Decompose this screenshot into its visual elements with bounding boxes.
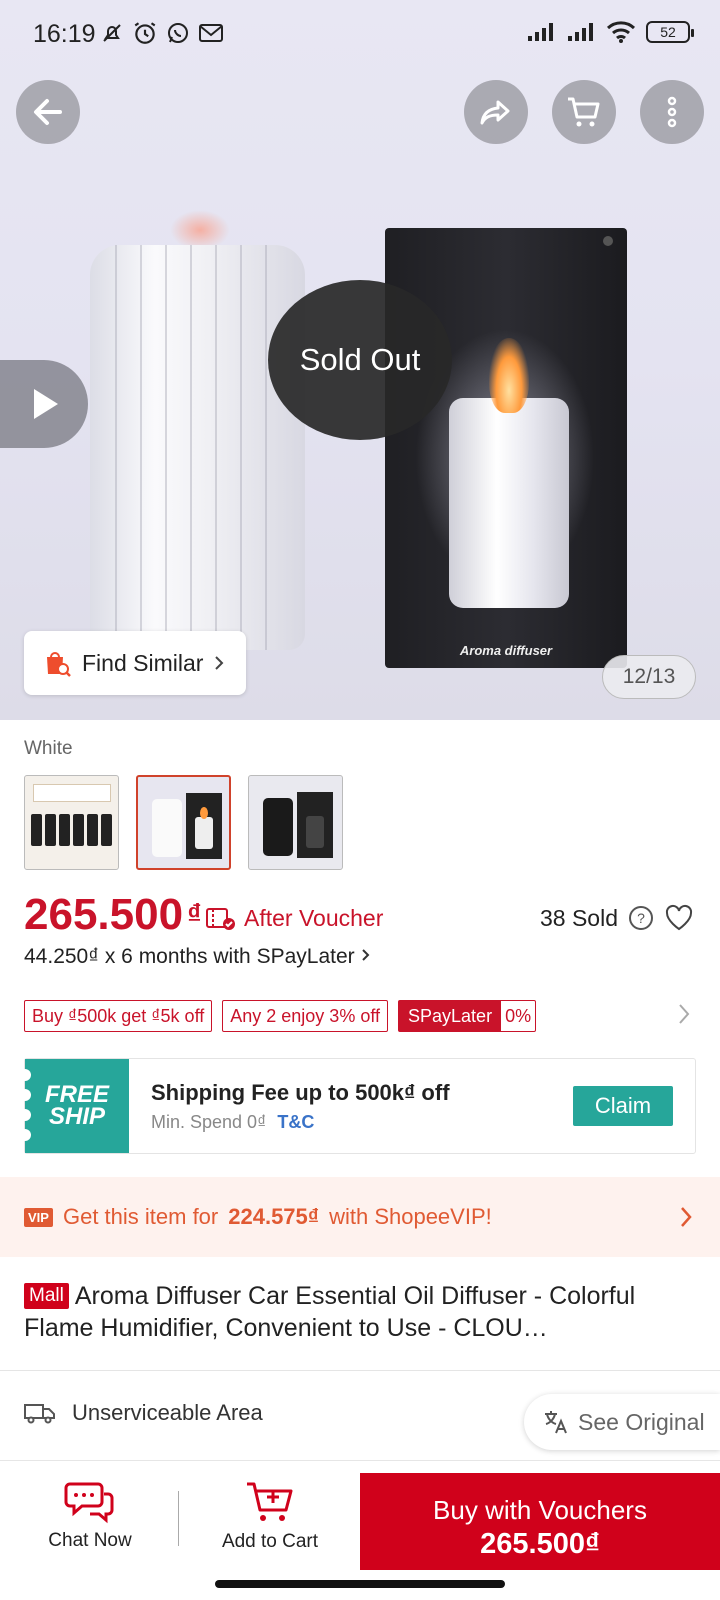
- flame-image: [489, 338, 529, 413]
- spaylater-tag-rate: 0%: [505, 1006, 532, 1026]
- freeship-min-spend: Min. Spend 0₫: [151, 1111, 267, 1132]
- box-label: Aroma diffuser: [459, 643, 553, 658]
- flame-glow: [170, 210, 230, 250]
- add-to-cart-icon: [247, 1482, 293, 1521]
- chat-icon: [64, 1482, 114, 1524]
- shipping-area[interactable]: Unserviceable Area: [24, 1400, 263, 1426]
- chat-now-button[interactable]: Chat Now: [2, 1461, 178, 1571]
- promo-tag[interactable]: Any 2 enjoy 3% off: [222, 1000, 389, 1032]
- share-icon: [480, 100, 510, 125]
- mall-badge: Mall: [24, 1283, 69, 1309]
- play-icon: [34, 389, 58, 419]
- buy-with-vouchers-button[interactable]: Buy with Vouchers 265.500₫: [360, 1473, 720, 1583]
- claim-button[interactable]: Claim: [573, 1086, 673, 1126]
- buy-label: Buy with Vouchers: [433, 1495, 647, 1525]
- spaylater-tag-label: SPayLater: [399, 1001, 502, 1031]
- cart-button[interactable]: [552, 80, 616, 144]
- share-button[interactable]: [464, 80, 528, 144]
- after-voucher-label: After Voucher: [244, 905, 384, 931]
- product-title-text: Aroma Diffuser Car Essential Oil Diffuse…: [24, 1282, 636, 1342]
- mute-icon: [103, 24, 121, 42]
- free-shipping-voucher: FREE SHIP Shipping Fee up to 500k₫ off M…: [19, 1058, 696, 1154]
- voucher-check-icon: [206, 907, 235, 930]
- freeship-badge: FREE SHIP: [19, 1059, 129, 1153]
- bottom-action-bar: Chat Now Add to Cart Buy with Vouchers 2…: [0, 1460, 720, 1583]
- play-video-button[interactable]: [0, 360, 88, 448]
- wifi-icon: [606, 21, 636, 43]
- translate-icon: [545, 1411, 567, 1434]
- status-bar: 16:19 52: [0, 0, 720, 70]
- sold-count: 38 Sold ?: [540, 904, 694, 932]
- variant-thumbnail[interactable]: [248, 775, 343, 870]
- add-to-cart-button[interactable]: Add to Cart: [182, 1461, 358, 1571]
- chevron-right-icon: [362, 949, 370, 961]
- chat-now-label: Chat Now: [48, 1530, 132, 1551]
- terms-link[interactable]: T&C: [277, 1112, 314, 1132]
- spaylater-installment[interactable]: 44.250₫ x 6 months with SPayLater: [24, 945, 372, 969]
- divider: [178, 1491, 179, 1546]
- shopee-vip-banner[interactable]: VIP Get this item for 224.575₫ with Shop…: [0, 1177, 720, 1257]
- after-voucher: After Voucher: [206, 905, 383, 932]
- whatsapp-icon: [168, 23, 188, 43]
- signal-icon: [528, 23, 553, 41]
- gesture-nav-bar: [0, 1570, 720, 1600]
- chevron-right-icon: [681, 1207, 692, 1227]
- promo-tag[interactable]: Buy ₫500k get ₫5k off: [24, 1000, 213, 1032]
- shipping-area-label: Unserviceable Area: [72, 1400, 263, 1425]
- chevron-right-icon[interactable]: [676, 1000, 692, 1028]
- vip-text-after: with ShopeeVIP!: [329, 1204, 492, 1229]
- image-counter: 12/13: [602, 655, 696, 699]
- gmail-icon: [199, 24, 223, 42]
- variant-name: White: [24, 738, 73, 759]
- find-similar-label: Find Similar: [82, 649, 204, 676]
- truck-icon: [24, 1404, 55, 1424]
- system-icons: 52: [526, 20, 694, 44]
- installment-label: 44.250₫ x 6 months with SPayLater: [24, 945, 355, 968]
- price: 265.500 ₫: [24, 890, 201, 940]
- cart-icon: [568, 97, 600, 127]
- notification-icons: [100, 20, 224, 46]
- home-indicator[interactable]: [215, 1580, 505, 1588]
- find-similar-button[interactable]: Find Similar: [24, 631, 246, 695]
- help-icon[interactable]: ?: [628, 905, 654, 931]
- freeship-badge-line2: SHIP: [48, 1103, 105, 1130]
- heart-icon[interactable]: [664, 904, 694, 932]
- vip-text-before: Get this item for: [62, 1204, 219, 1229]
- sold-out-badge: Sold Out: [268, 280, 452, 440]
- signal-icon: [568, 23, 593, 41]
- more-options-button[interactable]: [640, 80, 704, 144]
- sold-label: 38 Sold: [539, 904, 618, 931]
- vip-price: 224.575₫: [228, 1204, 320, 1229]
- divider: [0, 1370, 720, 1371]
- freeship-subtitle: Min. Spend 0₫ T&C: [151, 1112, 573, 1133]
- see-original-label: See Original: [578, 1408, 705, 1435]
- spaylater-tag[interactable]: SPayLater 0%: [398, 1000, 537, 1032]
- price-currency: ₫: [187, 898, 202, 929]
- battery-icon: 52: [646, 21, 694, 43]
- product-box-image: Aroma diffuser: [385, 228, 627, 668]
- back-arrow-icon: [34, 99, 62, 125]
- back-button[interactable]: [16, 80, 80, 144]
- price-amount: 265.500: [24, 890, 184, 939]
- svg-text:?: ?: [637, 910, 645, 926]
- white-diffuser-image: [90, 245, 305, 650]
- vip-badge: VIP: [24, 1207, 53, 1227]
- more-vertical-icon: [667, 96, 677, 128]
- product-title: Mall Aroma Diffuser Car Essential Oil Dif…: [24, 1280, 696, 1344]
- see-original-button[interactable]: See Original: [524, 1394, 720, 1450]
- chevron-right-icon: [215, 656, 224, 670]
- find-similar-icon: [47, 652, 71, 677]
- variant-thumbnail[interactable]: [24, 775, 119, 870]
- buy-price: 265.500₫: [480, 1528, 600, 1560]
- variant-thumbnails: [24, 775, 343, 870]
- alarm-icon: [134, 22, 156, 44]
- freeship-title: Shipping Fee up to 500k₫ off: [151, 1079, 450, 1105]
- promo-tags[interactable]: Buy ₫500k get ₫5k off Any 2 enjoy 3% off…: [24, 1000, 537, 1032]
- add-to-cart-label: Add to Cart: [221, 1531, 319, 1552]
- variant-thumbnail-selected[interactable]: [136, 775, 231, 870]
- status-time: 16:19: [33, 20, 96, 48]
